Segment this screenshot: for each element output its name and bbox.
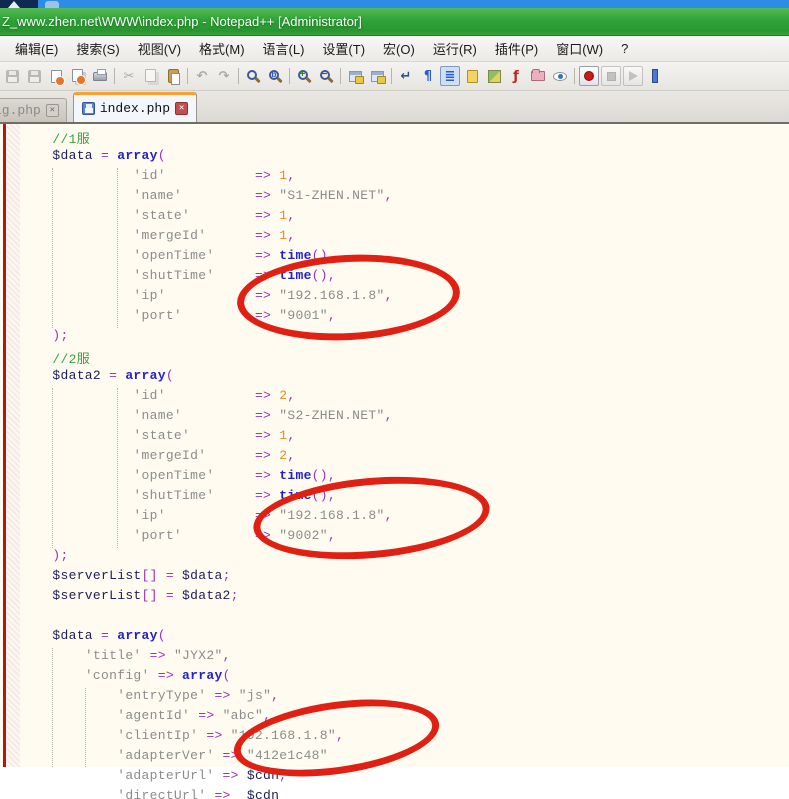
redo-icon[interactable]: ↷ <box>214 66 234 86</box>
paste-icon[interactable] <box>163 66 183 86</box>
macro-save-icon[interactable] <box>645 66 665 86</box>
tab-label: index.php <box>100 101 170 116</box>
editor[interactable]: //1服 $data = array( 'id' => 1, 'name' =>… <box>0 124 789 767</box>
code-line: 'mergeId' => 2, <box>20 448 789 468</box>
code-line: //1服 <box>20 128 789 148</box>
tab-close-icon[interactable]: ✕ <box>175 102 188 115</box>
tab-label: ig.php <box>0 103 41 118</box>
code-line: $serverList[] = $data; <box>20 568 789 588</box>
menu-macro[interactable]: 宏(O) <box>374 35 424 62</box>
zoom-in-icon[interactable] <box>294 66 314 86</box>
macro-stop-icon[interactable] <box>601 66 621 86</box>
show-all-chars-icon[interactable]: ¶ <box>418 66 438 86</box>
toolbar-separator <box>337 66 344 86</box>
tab-config-php[interactable]: ig.php ✕ <box>0 98 67 122</box>
window-title: Z_www.zhen.net\WWW\index.php - Notepad++… <box>2 14 362 29</box>
code-line: 'mergeId' => 1, <box>20 228 789 248</box>
code-line: $data2 = array( <box>20 368 789 388</box>
code-line <box>20 608 789 628</box>
print-icon[interactable] <box>90 66 110 86</box>
doc-map-icon[interactable] <box>484 66 504 86</box>
toolbar-separator <box>184 66 191 86</box>
menu-format[interactable]: 格式(M) <box>190 35 254 62</box>
code-line: 'id' => 1, <box>20 168 789 188</box>
code-line: $data = array( <box>20 628 789 648</box>
toolbar-separator <box>286 66 293 86</box>
code-line: 'name' => "S2-ZHEN.NET", <box>20 408 789 428</box>
save-icon[interactable] <box>2 66 22 86</box>
preview-eye-icon[interactable] <box>550 66 570 86</box>
run-script-icon[interactable]: ƒ <box>506 66 526 86</box>
close-icon[interactable] <box>46 66 66 86</box>
copy-icon[interactable] <box>141 66 161 86</box>
tab-close-icon[interactable]: ✕ <box>46 104 59 117</box>
scroll-top-arrow-icon <box>8 1 20 8</box>
menu-language[interactable]: 语言(L) <box>254 35 314 62</box>
notepad-plus-plus-window: Z_www.zhen.net\WWW\index.php - Notepad++… <box>0 0 789 799</box>
save-all-icon[interactable] <box>24 66 44 86</box>
code-line: $serverList[] = $data2; <box>20 588 789 608</box>
undo-icon[interactable]: ↶ <box>192 66 212 86</box>
folder-workspace-icon[interactable] <box>528 66 548 86</box>
toolbar: ✂ ↶↷ ↵¶≣ ƒ <box>0 62 789 91</box>
code-line: 'name' => "S1-ZHEN.NET", <box>20 188 789 208</box>
code-line: 'config' => array( <box>20 668 789 688</box>
code-line: 'state' => 1, <box>20 428 789 448</box>
tab-index-php[interactable]: index.php ✕ <box>73 92 197 122</box>
annotation-left-line <box>3 124 6 767</box>
title-bar[interactable]: Z_www.zhen.net\WWW\index.php - Notepad++… <box>0 8 789 36</box>
menu-help[interactable]: ? <box>612 37 637 60</box>
function-list-icon[interactable] <box>462 66 482 86</box>
tab-bar: ig.php ✕ index.php ✕ <box>0 91 789 122</box>
word-wrap-icon[interactable]: ↵ <box>396 66 416 86</box>
code-line: //2服 <box>20 348 789 368</box>
code-line: 'state' => 1, <box>20 208 789 228</box>
background-window-strip <box>0 0 789 8</box>
menu-run[interactable]: 运行(R) <box>424 35 486 62</box>
sync-horizontal-scroll-icon[interactable] <box>367 66 387 86</box>
menu-bar: 编辑(E)搜索(S)视图(V)格式(M)语言(L)设置(T)宏(O)运行(R)插… <box>0 36 789 62</box>
indent-guide-icon[interactable]: ≣ <box>440 66 460 86</box>
menu-window[interactable]: 窗口(W) <box>547 35 612 62</box>
code-line: 'id' => 2, <box>20 388 789 408</box>
close-all-icon[interactable] <box>68 66 88 86</box>
menu-edit[interactable]: 编辑(E) <box>6 35 67 62</box>
menu-search[interactable]: 搜索(S) <box>67 35 128 62</box>
code-line: 'title' => "JYX2", <box>20 648 789 668</box>
code-area[interactable]: //1服 $data = array( 'id' => 1, 'name' =>… <box>0 124 789 799</box>
saved-file-icon <box>82 102 95 115</box>
sync-vertical-scroll-icon[interactable] <box>345 66 365 86</box>
replace-icon[interactable] <box>265 66 285 86</box>
zoom-out-icon[interactable] <box>316 66 336 86</box>
macro-record-icon[interactable] <box>579 66 599 86</box>
cut-icon[interactable]: ✂ <box>119 66 139 86</box>
menu-settings[interactable]: 设置(T) <box>313 35 374 62</box>
toolbar-separator <box>111 66 118 86</box>
menu-plugins[interactable]: 插件(P) <box>486 35 547 62</box>
code-line: 'directUrl' => $cdn <box>20 788 789 799</box>
find-icon[interactable] <box>243 66 263 86</box>
code-line: $data = array( <box>20 148 789 168</box>
code-line: 'adapterUrl' => $cdn, <box>20 768 789 788</box>
menu-view[interactable]: 视图(V) <box>129 35 190 62</box>
toolbar-separator <box>388 66 395 86</box>
toolbar-separator <box>235 66 242 86</box>
macro-play-icon[interactable] <box>623 66 643 86</box>
toolbar-separator <box>571 66 578 86</box>
background-tab-shape <box>45 1 59 8</box>
